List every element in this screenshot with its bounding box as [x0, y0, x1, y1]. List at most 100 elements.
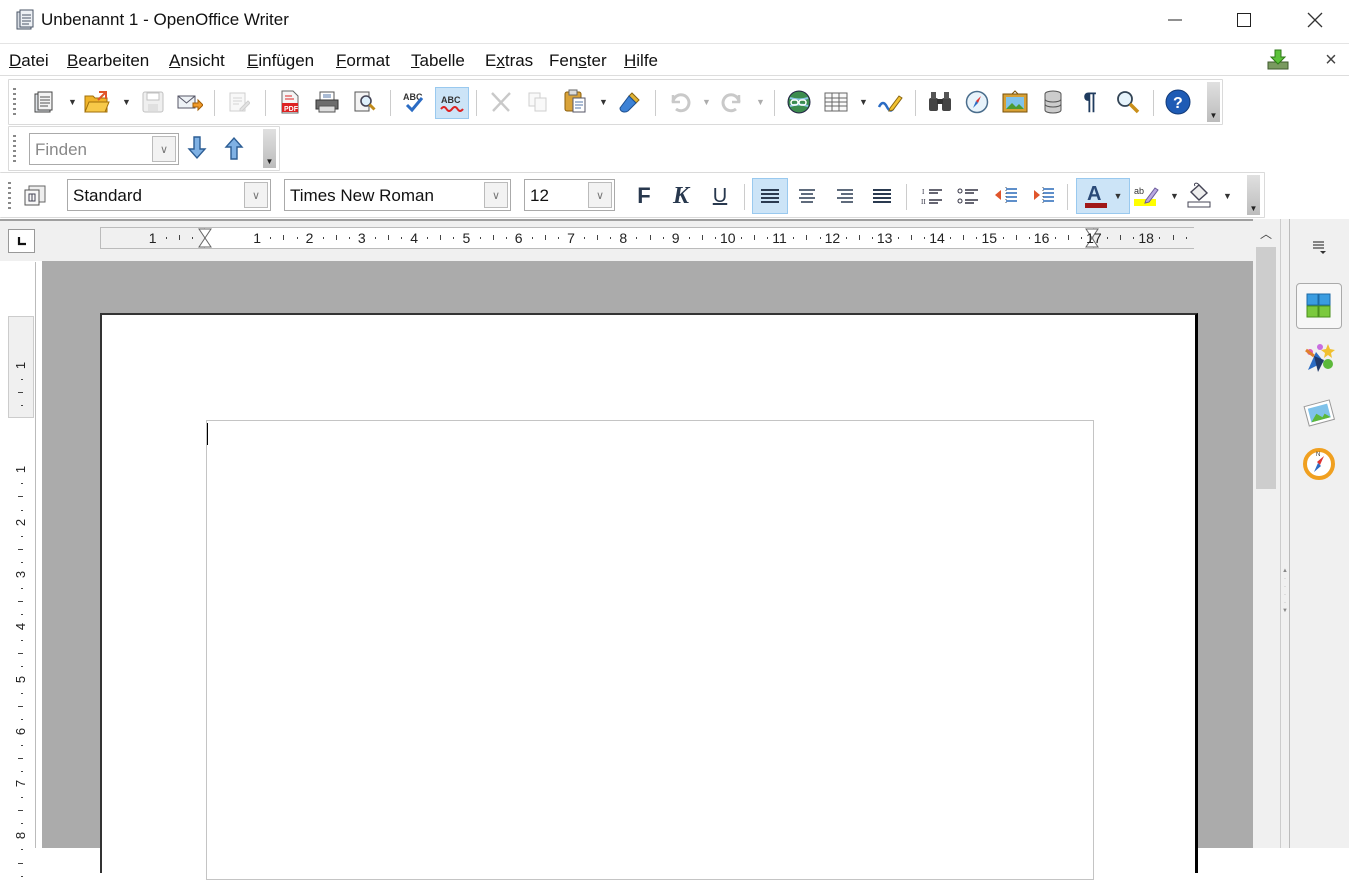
font-size-select[interactable]: 12 ∨	[524, 179, 615, 211]
find-toolbar-overflow-button[interactable]: ▼	[263, 129, 276, 168]
close-window-button[interactable]	[1285, 0, 1345, 40]
open-button[interactable]	[84, 89, 110, 115]
align-left-button[interactable]	[752, 178, 788, 214]
left-indent-marker[interactable]	[197, 228, 215, 250]
font-name-select[interactable]: Times New Roman ∨	[284, 179, 511, 211]
menu-hilfe[interactable]: Hilfe	[624, 51, 658, 71]
ruler-tick-dot	[18, 757, 23, 759]
background-color-dropdown-arrow[interactable]: ▼	[1223, 191, 1232, 201]
undo-dropdown-arrow[interactable]: ▼	[702, 97, 711, 107]
styles-formatting-button[interactable]	[22, 183, 48, 209]
scrollbar-thumb[interactable]	[1256, 247, 1276, 489]
new-document-button[interactable]	[31, 89, 57, 115]
highlighting-button[interactable]: ab	[1134, 182, 1160, 208]
underline-button[interactable]: U	[707, 183, 733, 209]
gallery-button[interactable]	[1002, 89, 1028, 115]
menu-format[interactable]: Format	[336, 51, 390, 71]
export-pdf-button[interactable]: PDF	[277, 89, 303, 115]
menu-datei[interactable]: Datei	[9, 51, 49, 71]
font-name-dropdown-arrow[interactable]: ∨	[484, 182, 508, 208]
spellcheck-button[interactable]: ABC	[401, 89, 427, 115]
find-input[interactable]: Finden ∨	[29, 133, 179, 165]
align-right-button[interactable]	[832, 183, 858, 209]
navigator-button[interactable]	[964, 89, 990, 115]
sidebar-menu-button[interactable]	[1296, 227, 1342, 267]
horizontal-ruler[interactable]: 1 1 2 3 4 5 6 7 8 9 10 11 12 13 14 15 16 17 18	[100, 227, 1194, 249]
new-dropdown-arrow[interactable]: ▼	[68, 97, 77, 107]
menu-bearbeiten[interactable]: Bearbeiten	[67, 51, 149, 71]
bold-button[interactable]: F	[631, 183, 657, 209]
font-size-dropdown-arrow[interactable]: ∨	[588, 182, 612, 208]
paste-dropdown-arrow[interactable]: ▼	[599, 97, 608, 107]
ruler-tick-dot	[21, 823, 23, 825]
scroll-up-icon[interactable]: ︿	[1260, 225, 1272, 242]
cut-button[interactable]	[488, 89, 514, 115]
toolbar-grip[interactable]	[13, 135, 16, 163]
background-color-button[interactable]	[1186, 182, 1212, 208]
hyperlink-button[interactable]	[786, 89, 812, 115]
help-button[interactable]: ?	[1165, 89, 1191, 115]
save-button[interactable]	[140, 89, 166, 115]
sidebar-item-gallery[interactable]	[1296, 389, 1342, 435]
find-replace-button[interactable]	[927, 89, 953, 115]
tab-stop-type-button[interactable]	[8, 229, 35, 253]
menu-fenster[interactable]: Fenster	[549, 51, 607, 71]
italic-button[interactable]: K	[668, 183, 694, 209]
toolbar-separator	[1153, 90, 1154, 116]
table-dropdown-arrow[interactable]: ▼	[859, 97, 868, 107]
vertical-scrollbar[interactable]: ︿	[1253, 219, 1280, 848]
increase-indent-button[interactable]	[1030, 183, 1056, 209]
copy-button[interactable]	[525, 89, 551, 115]
toolbar-grip[interactable]	[8, 182, 11, 210]
print-button[interactable]	[314, 89, 340, 115]
close-document-button[interactable]: ×	[1318, 47, 1344, 73]
paste-button[interactable]	[562, 88, 588, 114]
font-color-dropdown-arrow[interactable]: ▼	[1114, 191, 1123, 201]
update-button[interactable]	[1265, 47, 1291, 73]
overflow-arrow-icon: ▼	[1209, 111, 1218, 120]
sidebar-item-navigator[interactable]: N	[1296, 441, 1342, 487]
page-preview-button[interactable]	[352, 89, 378, 115]
find-dropdown-arrow[interactable]: ∨	[152, 136, 176, 162]
undo-button[interactable]	[666, 89, 692, 115]
sidebar-splitter[interactable]: ▲ · · · · ▼	[1280, 219, 1289, 848]
zoom-button[interactable]	[1115, 89, 1141, 115]
email-document-button[interactable]	[177, 89, 203, 115]
auto-spellcheck-toggle[interactable]: ABC	[435, 87, 469, 119]
align-center-button[interactable]	[794, 183, 820, 209]
numbering-button[interactable]: I II	[919, 183, 945, 209]
show-draw-functions-button[interactable]	[877, 89, 903, 115]
document-text-area[interactable]	[206, 420, 1094, 880]
clone-formatting-button[interactable]	[617, 89, 643, 115]
maximize-button[interactable]	[1214, 0, 1274, 40]
font-color-button[interactable]: A ▼	[1076, 178, 1130, 214]
menu-tabelle[interactable]: Tabelle	[411, 51, 465, 71]
open-dropdown-arrow[interactable]: ▼	[122, 97, 131, 107]
menu-einfuegen[interactable]: Einfügen	[247, 51, 314, 71]
redo-dropdown-arrow[interactable]: ▼	[756, 97, 765, 107]
highlighting-dropdown-arrow[interactable]: ▼	[1170, 191, 1179, 201]
find-next-button[interactable]	[184, 135, 210, 161]
vertical-ruler[interactable]: 1 1 2 3 4 5 6 7 8	[8, 262, 36, 877]
formatting-marks-button[interactable]: ¶	[1077, 88, 1103, 115]
insert-table-button[interactable]	[823, 89, 849, 115]
justify-button[interactable]	[869, 183, 895, 209]
minimize-button[interactable]	[1145, 0, 1205, 40]
ruler-tick-label: 3	[13, 570, 29, 579]
bullets-button[interactable]	[955, 183, 981, 209]
menu-extras[interactable]: Extras	[485, 51, 533, 71]
ruler-tick-dot	[18, 496, 23, 498]
paragraph-style-select[interactable]: Standard ∨	[67, 179, 271, 211]
redo-button[interactable]	[720, 89, 746, 115]
sidebar-item-properties[interactable]	[1296, 283, 1342, 329]
formatting-toolbar-overflow-button[interactable]: ▼	[1247, 175, 1260, 215]
paragraph-style-dropdown-arrow[interactable]: ∨	[244, 182, 268, 208]
edit-file-button[interactable]	[226, 89, 252, 115]
find-previous-button[interactable]	[221, 135, 247, 161]
data-sources-button[interactable]	[1040, 89, 1066, 115]
decrease-indent-button[interactable]	[993, 183, 1019, 209]
toolbar-grip[interactable]	[13, 88, 16, 118]
menu-ansicht[interactable]: Ansicht	[169, 51, 225, 71]
toolbar-overflow-button[interactable]: ▼	[1207, 82, 1220, 122]
sidebar-item-styles-formatting[interactable]	[1296, 336, 1342, 382]
